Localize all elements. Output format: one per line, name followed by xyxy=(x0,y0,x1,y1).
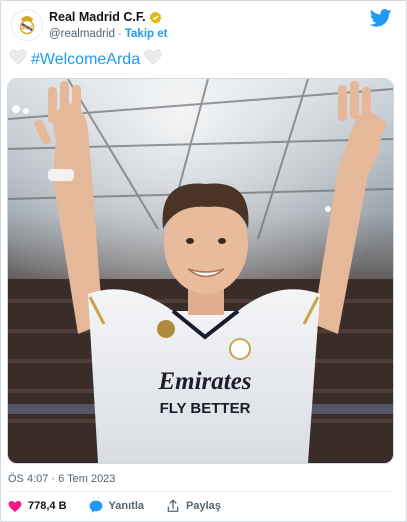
shirt-sponsor-tagline: FLY BETTER xyxy=(160,400,251,417)
share-label: Paylaş xyxy=(186,500,221,512)
tweet-actions: 778,4 B Yanıtla Paylaş xyxy=(8,499,243,513)
share-button[interactable]: Paylaş xyxy=(166,499,221,513)
avatar[interactable]: MCF xyxy=(11,9,43,41)
follow-button[interactable]: Takip et xyxy=(125,28,168,40)
handle[interactable]: @realmadrid xyxy=(49,28,115,40)
share-upload-icon xyxy=(167,499,179,512)
tweet-text: #WelcomeArda xyxy=(9,49,162,70)
heart-icon xyxy=(8,500,22,512)
reply-bubble-icon xyxy=(89,500,102,513)
twitter-bird-icon[interactable] xyxy=(370,7,392,29)
white-heart-emoji-icon xyxy=(9,49,27,70)
like-button[interactable]: 778,4 B xyxy=(8,500,67,513)
reply-label: Yanıtla xyxy=(108,500,144,512)
display-name[interactable]: Real Madrid C.F. xyxy=(49,10,146,24)
tweet-card: MCF Real Madrid C.F. @realmadrid · Takip… xyxy=(0,0,407,522)
real-madrid-crest-icon: MCF xyxy=(12,10,42,40)
hashtag-link[interactable]: #WelcomeArda xyxy=(31,51,140,69)
tweet-timestamp[interactable]: ÖS 4:07 · 6 Tem 2023 xyxy=(8,473,115,485)
divider xyxy=(8,491,392,492)
shirt-sponsor-text: Emirates xyxy=(157,368,251,395)
separator-dot: · xyxy=(118,28,122,40)
player-photo: Emirates FLY BETTER xyxy=(8,79,393,463)
verified-badge-icon xyxy=(148,11,162,24)
white-heart-emoji-icon xyxy=(144,49,162,70)
svg-text:MCF: MCF xyxy=(22,26,33,32)
like-count: 778,4 B xyxy=(28,500,67,512)
reply-button[interactable]: Yanıtla xyxy=(89,500,144,513)
tweet-photo[interactable]: Emirates FLY BETTER xyxy=(7,78,394,464)
tweet-header: MCF Real Madrid C.F. @realmadrid · Takip… xyxy=(11,9,396,41)
